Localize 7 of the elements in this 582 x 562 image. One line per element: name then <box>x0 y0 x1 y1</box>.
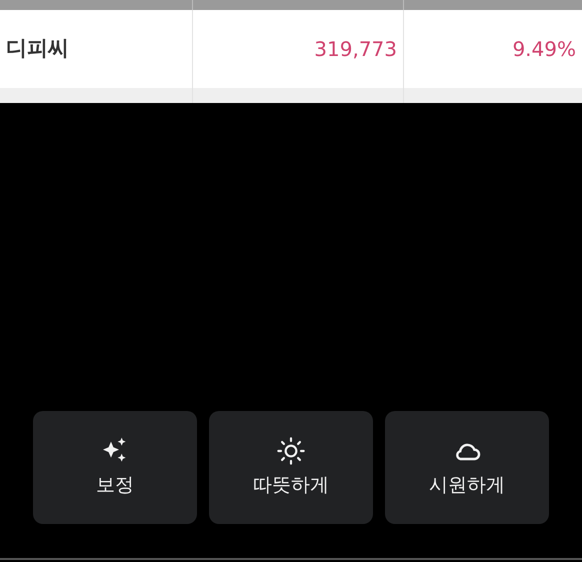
table-cell-text: 9.49% <box>512 36 576 63</box>
filter-button[interactable]: 따뜻하게 <box>209 411 373 524</box>
sun-icon <box>275 435 307 468</box>
filter-button[interactable]: 시원하게 <box>385 411 549 524</box>
table-cell-text: 디피씨 <box>6 35 69 62</box>
table-cell-text: 319,773 <box>314 36 397 63</box>
filter-button[interactable]: 보정 <box>33 411 197 524</box>
